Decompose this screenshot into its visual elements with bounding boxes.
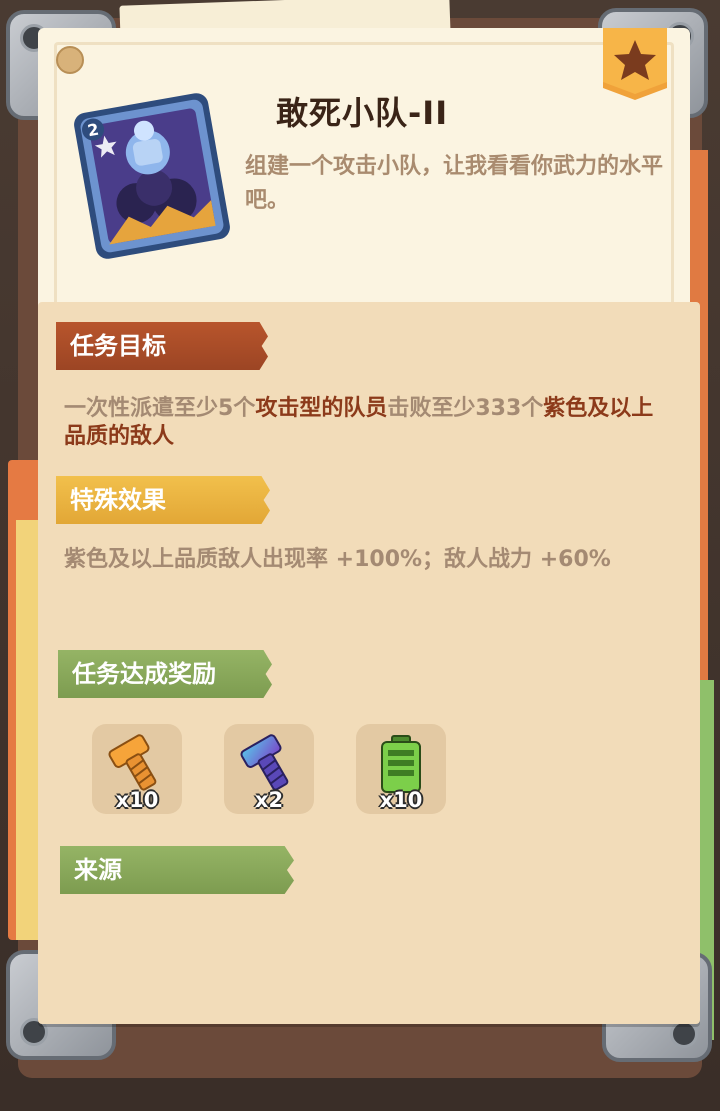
paper-fold: [570, 1010, 600, 1024]
objective-section-tag: 任务目标: [56, 322, 268, 370]
mission-description: 组建一个攻击小队，让我看看你武力的水平吧。: [245, 154, 664, 213]
objective-text: 一次性派遣至少5个攻击型的队员击败至少333个紫色及以上品质的敌人: [64, 395, 664, 451]
source-section-tag: 来源: [60, 846, 294, 894]
objective-highlight-unit-type: 攻击型的队员: [255, 396, 388, 421]
pin-icon: [56, 46, 84, 74]
effect-text: 紫色及以上品质敌人出现率 +100%；敌人战力 +60%: [64, 547, 611, 572]
reward-quantity: x10: [115, 788, 159, 812]
reward-item-green-battery[interactable]: x10: [356, 724, 446, 814]
objective-text-part: 击败至少333个: [387, 396, 544, 421]
objective-text-part: 一次性派遣至少5个: [64, 396, 256, 421]
green-battery-icon: [381, 735, 421, 793]
clip-hole: [670, 1020, 698, 1048]
reward-item-purple-bolt[interactable]: x2: [224, 724, 314, 814]
favorite-star-icon[interactable]: [603, 28, 667, 100]
reward-quantity: x2: [254, 788, 284, 812]
effect-section-tag: 特殊效果: [56, 476, 270, 524]
purple-bolt-icon: [240, 734, 289, 791]
gold-bolt-icon: [108, 734, 157, 791]
reward-section-tag: 任务达成奖励: [58, 650, 272, 698]
mission-card-icon: 2: [70, 89, 234, 263]
mission-title: 敢死小队-II: [276, 94, 449, 132]
reward-quantity: x10: [379, 788, 423, 812]
reward-item-gold-bolt[interactable]: x10: [92, 724, 182, 814]
